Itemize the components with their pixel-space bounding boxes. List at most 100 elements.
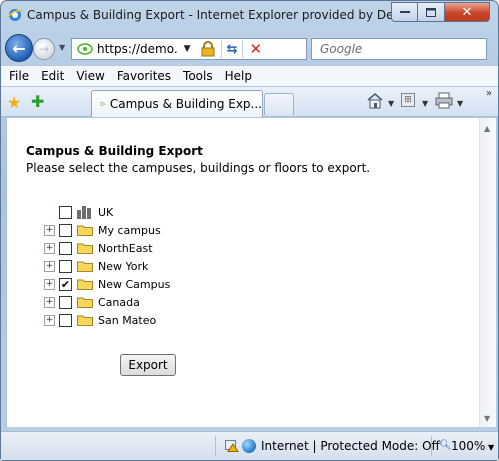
back-button[interactable]: ← <box>5 34 33 62</box>
expand-icon[interactable]: + <box>44 260 55 272</box>
tab-campus-building-export[interactable]: Campus & Building Exp... <box>91 90 263 117</box>
security-zone-status[interactable]: Internet | Protected Mode: Off <box>261 439 440 453</box>
command-bar: ★ ✚ Campus & Building Exp... ▼ ⊞ ▼ ▼ » <box>1 87 498 117</box>
menu-bar: File Edit View Favorites Tools Help <box>1 65 498 87</box>
address-dropdown-icon[interactable]: ▼ <box>184 44 191 54</box>
minimize-button[interactable] <box>391 2 418 22</box>
maximize-icon <box>426 7 436 17</box>
status-separator <box>431 436 432 456</box>
new-tab-button[interactable] <box>264 93 294 115</box>
expand-icon[interactable]: + <box>44 242 55 254</box>
address-row: ← → ▼ https://demo. ▼ ⇆ ✕ Google <box>1 31 498 65</box>
checkbox-northeast[interactable] <box>59 241 72 255</box>
print-icon[interactable] <box>435 92 453 109</box>
address-separator <box>242 40 244 58</box>
checkbox-my-campus[interactable] <box>59 223 72 237</box>
page-title: Campus & Building Export <box>26 144 203 158</box>
checkbox-canada[interactable] <box>59 295 72 309</box>
favorites-star-icon[interactable]: ★ <box>7 93 21 112</box>
tree-item-san-mateo: + San Mateo <box>44 311 170 329</box>
maximize-button[interactable] <box>418 2 445 22</box>
page-content: Campus & Building Export Please select t… <box>6 118 479 427</box>
lock-icon[interactable] <box>201 41 215 57</box>
tab-favicon-icon <box>100 102 105 106</box>
status-bar: Internet | Protected Mode: Off 🔍︎ 100% ▼ <box>1 431 498 460</box>
zoom-level[interactable]: 100% <box>451 439 485 453</box>
tree-item-northeast: + NorthEast <box>44 239 170 257</box>
tree-label[interactable]: San Mateo <box>98 314 156 327</box>
chevron-more-icon[interactable]: » <box>486 88 492 99</box>
security-warning-icon[interactable] <box>225 440 239 452</box>
folder-icon <box>77 225 93 236</box>
menu-tools[interactable]: Tools <box>177 69 219 83</box>
checkbox-uk[interactable] <box>59 205 72 219</box>
expand-icon[interactable]: + <box>44 296 55 308</box>
checkbox-san-mateo[interactable] <box>59 313 72 327</box>
address-separator <box>220 40 222 58</box>
folder-icon <box>77 243 93 254</box>
tree-item-my-campus: + My campus <box>44 221 170 239</box>
menu-file[interactable]: File <box>3 69 35 83</box>
print-dropdown-icon[interactable]: ▼ <box>457 99 463 108</box>
tree-label[interactable]: Canada <box>98 296 140 309</box>
menu-favorites[interactable]: Favorites <box>111 69 177 83</box>
tab-label: Campus & Building Exp... <box>109 97 262 111</box>
menu-help[interactable]: Help <box>219 69 258 83</box>
globe-icon <box>242 439 256 453</box>
tree-label[interactable]: UK <box>98 206 113 219</box>
back-arrow-icon: ← <box>12 38 26 58</box>
window-title: Campus & Building Export - Internet Expl… <box>27 8 401 22</box>
menu-edit[interactable]: Edit <box>35 69 70 83</box>
internet-explorer-icon <box>7 9 23 21</box>
search-input[interactable]: Google <box>311 38 487 60</box>
vertical-scrollbar[interactable]: ▲ ▼ <box>479 118 496 427</box>
campus-tree: UK + My campus + NorthEast + New York + … <box>44 203 170 329</box>
zoom-dropdown-icon[interactable]: ▼ <box>488 443 494 452</box>
close-icon: ✕ <box>461 4 473 20</box>
checkbox-new-york[interactable] <box>59 259 72 273</box>
tree-item-canada: + Canada <box>44 293 170 311</box>
minimize-icon <box>399 11 410 13</box>
scroll-up-icon[interactable]: ▲ <box>484 124 490 133</box>
expand-icon[interactable]: + <box>44 224 55 236</box>
expand-icon[interactable]: + <box>44 278 55 290</box>
favicon-icon <box>77 43 93 55</box>
title-bar: Campus & Building Export - Internet Expl… <box>1 1 498 31</box>
add-favorites-icon[interactable]: ✚ <box>31 92 44 111</box>
tree-label[interactable]: NorthEast <box>98 242 153 255</box>
expand-icon[interactable]: + <box>44 314 55 326</box>
folder-icon <box>77 297 93 308</box>
folder-icon <box>77 279 93 290</box>
tree-label[interactable]: New Campus <box>98 278 170 291</box>
refresh-icon[interactable]: ⇆ <box>227 42 238 57</box>
window-controls: ✕ <box>391 2 490 22</box>
zoom-icon[interactable]: 🔍︎ <box>439 440 452 451</box>
history-dropdown-icon[interactable]: ▼ <box>59 43 65 52</box>
status-separator <box>215 436 216 456</box>
tree-item-new-campus: + ✔ New Campus <box>44 275 170 293</box>
close-button[interactable]: ✕ <box>445 2 490 22</box>
folder-icon <box>77 261 93 272</box>
home-dropdown-icon[interactable]: ▼ <box>388 99 394 108</box>
feeds-dropdown-icon[interactable]: ▼ <box>422 99 428 108</box>
forward-button[interactable]: → <box>33 38 55 60</box>
checkbox-new-campus[interactable]: ✔ <box>59 277 72 291</box>
menu-view[interactable]: View <box>70 69 110 83</box>
browser-window: Campus & Building Export - Internet Expl… <box>0 0 499 461</box>
home-icon[interactable] <box>366 92 384 109</box>
address-bar[interactable]: https://demo. ▼ ⇆ ✕ <box>71 38 307 60</box>
forward-arrow-icon: → <box>38 42 50 56</box>
tree-label[interactable]: My campus <box>98 224 161 237</box>
checkmark-icon: ✔ <box>60 277 71 291</box>
page-instructions: Please select the campuses, buildings or… <box>26 161 371 175</box>
tree-item-new-york: + New York <box>44 257 170 275</box>
tree-label[interactable]: New York <box>98 260 148 273</box>
folder-icon <box>77 315 93 326</box>
feeds-icon[interactable]: ⊞ <box>401 93 415 107</box>
tree-item-uk: UK <box>44 203 170 221</box>
address-url[interactable]: https://demo. <box>97 42 178 56</box>
scroll-down-icon[interactable]: ▼ <box>484 414 490 423</box>
building-icon <box>77 205 93 219</box>
stop-icon[interactable]: ✕ <box>249 40 262 58</box>
export-button[interactable]: Export <box>120 354 176 376</box>
